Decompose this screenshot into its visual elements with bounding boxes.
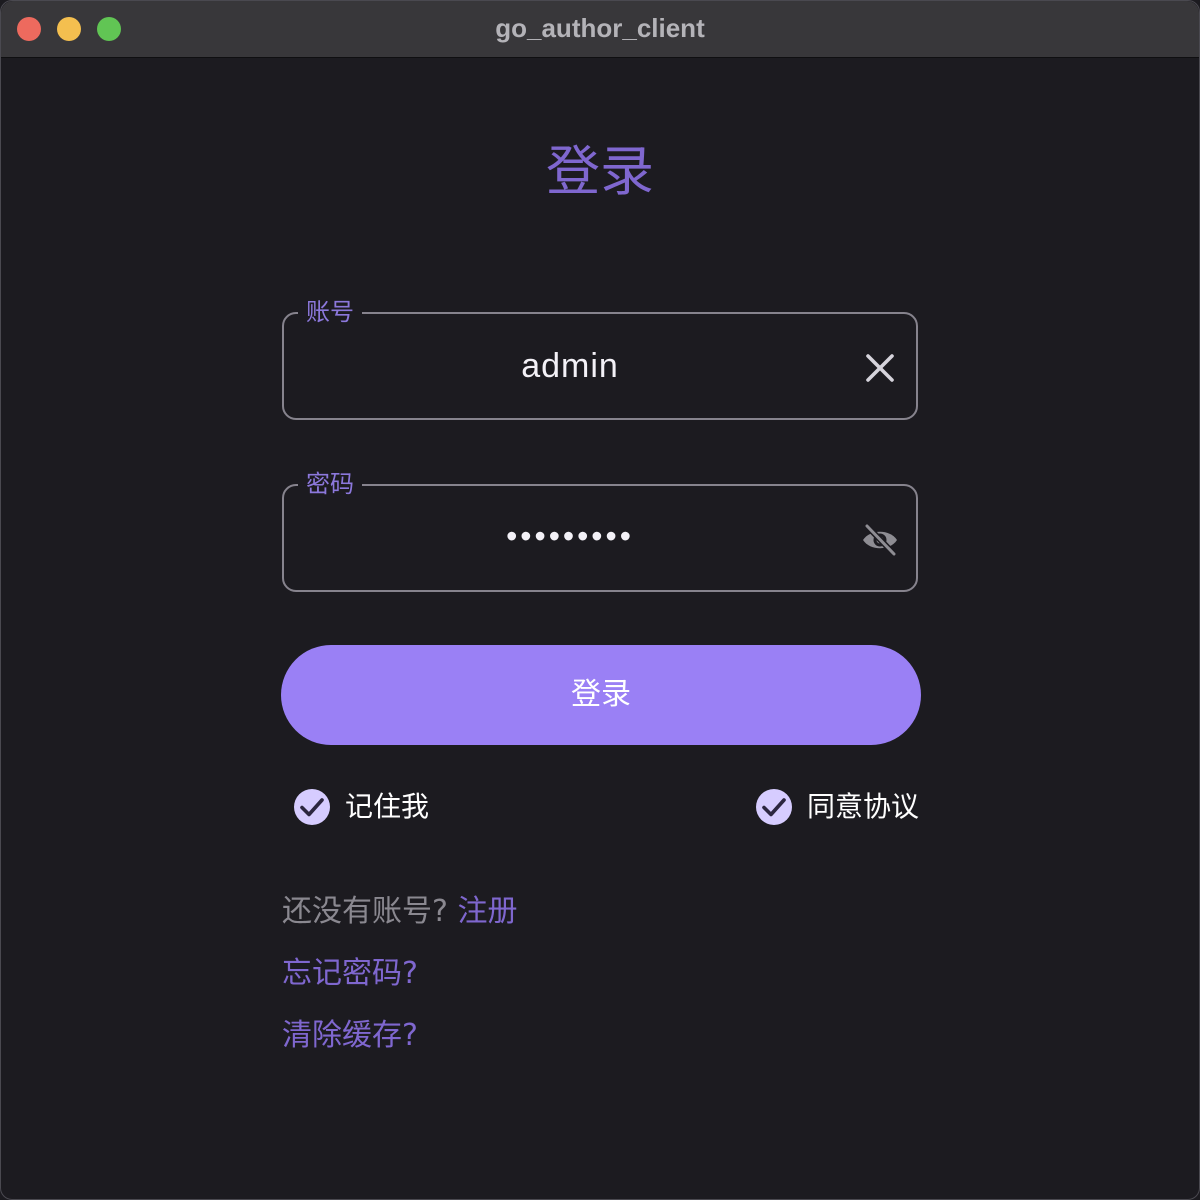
password-input[interactable]: ••••••••• <box>284 514 856 558</box>
title-bar[interactable]: go_author_client <box>1 1 1199 58</box>
clear-cache-link[interactable]: 清除缓存? <box>282 1016 418 1056</box>
account-input[interactable]: admin <box>284 344 856 388</box>
account-field[interactable]: 账号 admin <box>282 296 918 420</box>
password-field[interactable]: 密码 ••••••••• <box>282 468 918 592</box>
check-circle-icon[interactable] <box>755 788 793 826</box>
remember-me-label[interactable]: 记住我 <box>345 787 429 827</box>
check-circle-icon[interactable] <box>293 788 331 826</box>
forgot-password-link[interactable]: 忘记密码? <box>282 954 418 994</box>
close-icon[interactable] <box>860 348 900 388</box>
agree-terms-label[interactable]: 同意协议 <box>807 787 919 827</box>
remember-me-checkbox[interactable]: 记住我 <box>293 787 429 827</box>
password-field-label: 密码 <box>298 468 362 500</box>
register-prompt-text: 还没有账号? <box>282 894 448 929</box>
register-link[interactable]: 注册 <box>457 894 517 929</box>
page-title: 登录 <box>546 140 654 203</box>
login-button[interactable]: 登录 <box>281 645 921 745</box>
window-title: go_author_client <box>495 13 705 43</box>
agree-terms-checkbox[interactable]: 同意协议 <box>755 787 919 827</box>
app-window: go_author_client 登录 账号 admin 密码 ••••••••… <box>0 0 1200 1200</box>
account-field-label: 账号 <box>298 296 362 328</box>
eye-off-icon[interactable] <box>860 520 900 560</box>
register-prompt: 还没有账号? 注册 <box>282 892 517 932</box>
